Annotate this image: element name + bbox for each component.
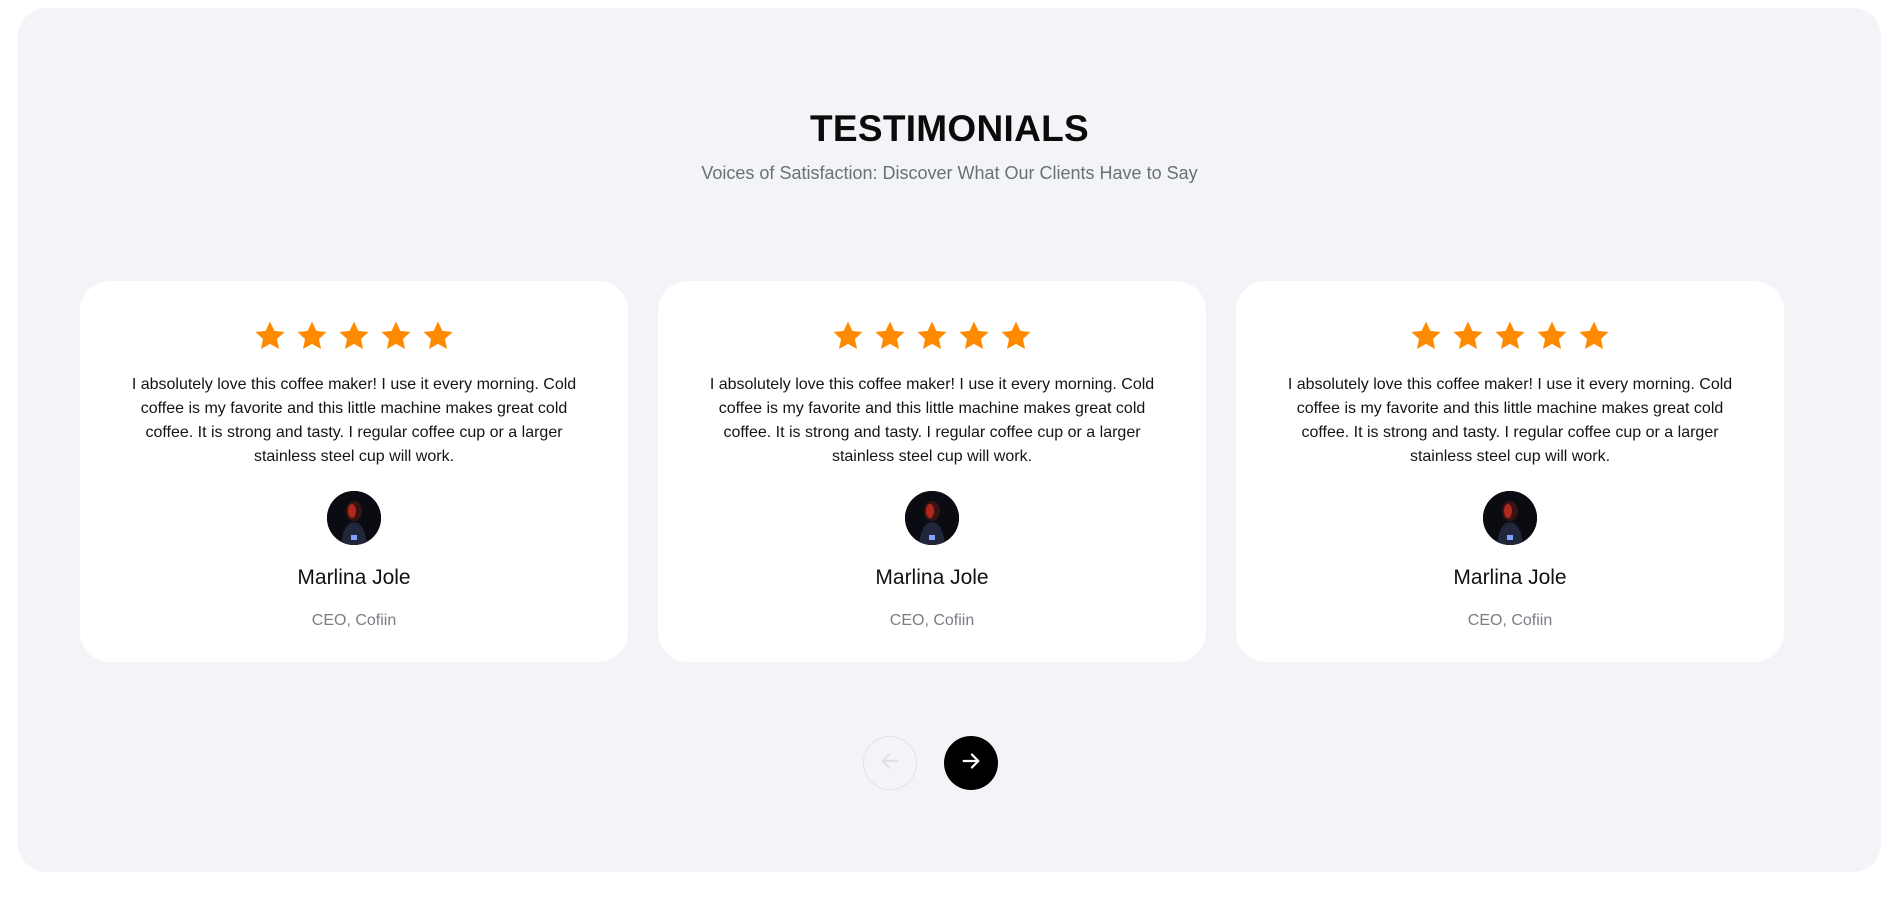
testimonial-card: I absolutely love this coffee maker! I u… <box>80 281 628 662</box>
star-icon <box>421 319 455 353</box>
star-icon <box>1493 319 1527 353</box>
testimonial-name: Marlina Jole <box>1453 566 1567 589</box>
testimonial-role: CEO, Cofiin <box>311 612 397 629</box>
testimonial-quote: I absolutely love this coffee maker! I u… <box>131 376 577 465</box>
star-icon <box>379 319 413 353</box>
arrow-left-icon <box>879 750 901 777</box>
person-avatar <box>1483 491 1537 545</box>
star-icon <box>1409 319 1443 353</box>
testimonial-quote: I absolutely love this coffee maker! I u… <box>709 376 1155 465</box>
testimonial-role: CEO, Cofiin <box>1467 612 1553 629</box>
star-icon <box>295 319 329 353</box>
star-icon <box>915 319 949 353</box>
arrow-right-icon <box>960 750 982 777</box>
star-icon <box>1451 319 1485 353</box>
star-icon <box>1577 319 1611 353</box>
star-icon <box>253 319 287 353</box>
testimonial-card: I absolutely love this coffee maker! I u… <box>1236 281 1784 662</box>
person-avatar <box>905 491 959 545</box>
testimonial-name: Marlina Jole <box>875 566 989 589</box>
star-rating <box>658 319 1206 353</box>
testimonial-role: CEO, Cofiin <box>889 612 975 629</box>
prev-slide-button[interactable] <box>863 736 917 790</box>
star-icon <box>831 319 865 353</box>
star-icon <box>1535 319 1569 353</box>
person-avatar <box>327 491 381 545</box>
testimonial-quote: I absolutely love this coffee maker! I u… <box>1287 376 1733 465</box>
star-rating <box>80 319 628 353</box>
star-icon <box>873 319 907 353</box>
section-subtitle: Voices of Satisfaction: Discover What Ou… <box>701 163 1198 183</box>
section-title: TESTIMONIALS <box>809 108 1090 149</box>
next-slide-button[interactable] <box>944 736 998 790</box>
testimonial-name: Marlina Jole <box>297 566 411 589</box>
star-icon <box>999 319 1033 353</box>
testimonial-card: I absolutely love this coffee maker! I u… <box>658 281 1206 662</box>
star-icon <box>337 319 371 353</box>
star-icon <box>957 319 991 353</box>
star-rating <box>1236 319 1784 353</box>
